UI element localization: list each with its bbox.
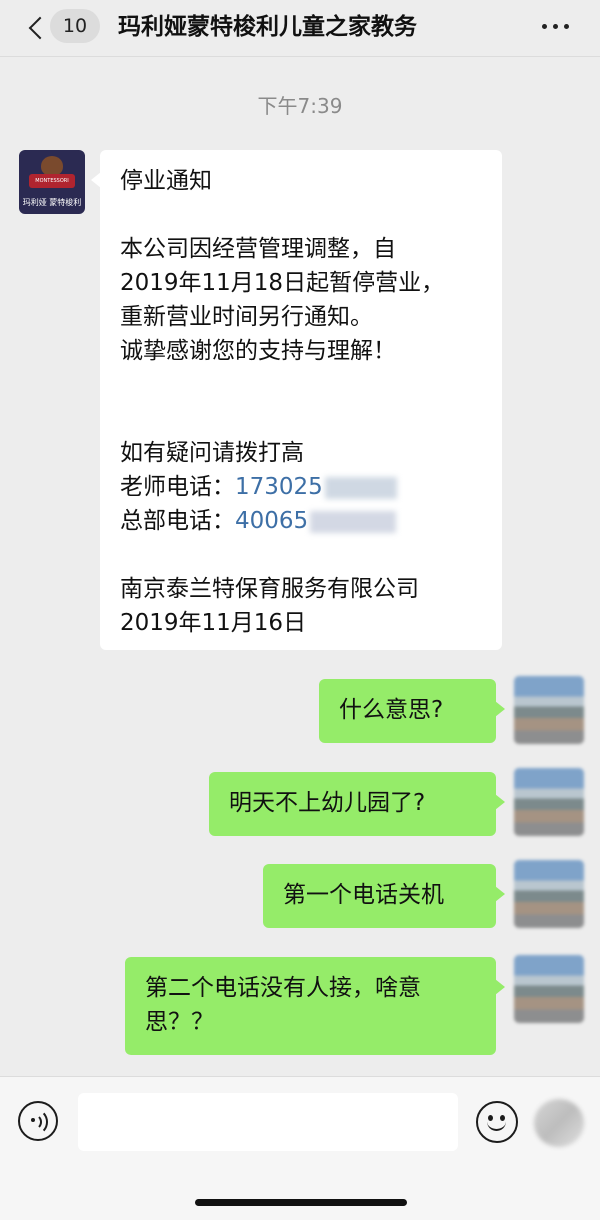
chat-title: 玛利娅蒙特梭利儿童之家教务 [118, 14, 417, 40]
message-text: 第一个电话关机 [283, 882, 444, 908]
unread-count-badge[interactable]: 10 [50, 9, 100, 43]
back-button[interactable] [14, 8, 54, 48]
emoji-button[interactable] [476, 1101, 518, 1143]
message-timestamp: 下午7:39 [257, 94, 343, 118]
my-avatar[interactable] [514, 676, 584, 744]
hq-phone-row: 总部电话：40065 [120, 504, 484, 538]
notice-company: 南京泰兰特保育服务有限公司 [120, 576, 419, 602]
notice-body-line: 诚挚感谢您的支持与理解！ [120, 338, 396, 364]
teacher-phone-label: 老师电话： [120, 474, 235, 500]
my-avatar[interactable] [514, 955, 584, 1023]
notice-body-line: 本公司因经营管理调整，自 [120, 236, 396, 262]
notice-body-line: 重新营业时间另行通知。 [120, 304, 373, 330]
avatar-ribbon: MONTESSORI [29, 174, 75, 188]
notice-title: 停业通知 [120, 168, 212, 194]
my-avatar[interactable] [514, 860, 584, 928]
notice-body-line: 2019年11月18日起暂停营业， [120, 270, 445, 296]
home-indicator [195, 1199, 407, 1206]
hq-phone-link[interactable]: 40065 [235, 508, 308, 534]
received-message-bubble[interactable]: 停业通知 本公司因经营管理调整，自 2019年11月18日起暂停营业， 重新营业… [91, 150, 502, 650]
plus-button[interactable] [534, 1099, 584, 1147]
redacted-digits [324, 476, 397, 499]
sent-message-bubble[interactable]: 第一个电话关机 [263, 864, 505, 928]
avatar-caption: 玛利娅 蒙特梭利 [22, 198, 82, 207]
more-horizontal-icon [564, 24, 569, 29]
message-text: 思？？ [145, 1009, 214, 1035]
chevron-left-icon [28, 16, 52, 40]
message-text: 第二个电话没有人接，啥意 [145, 975, 421, 1001]
voice-button[interactable] [18, 1101, 58, 1141]
more-horizontal-icon [542, 24, 547, 29]
chat-header: 10 玛利娅蒙特梭利儿童之家教务 [0, 0, 600, 57]
my-avatar[interactable] [514, 768, 584, 836]
message-text: 什么意思? [339, 697, 444, 723]
notice-date: 2019年11月16日 [120, 610, 307, 636]
teacher-phone-link[interactable]: 173025 [235, 474, 323, 500]
contact-avatar[interactable]: MONTESSORI 玛利娅 蒙特梭利 [19, 150, 85, 214]
sent-message-bubble[interactable]: 什么意思? [319, 679, 505, 743]
hq-phone-label: 总部电话： [120, 508, 235, 534]
message-text: 明天不上幼儿园了? [229, 790, 426, 816]
message-input[interactable] [78, 1093, 458, 1151]
bear-logo-icon [41, 156, 63, 176]
redacted-digits [310, 510, 397, 533]
more-horizontal-icon [553, 24, 558, 29]
sent-message-bubble[interactable]: 第二个电话没有人接，啥意 思？？ [125, 957, 505, 1055]
teacher-phone-row: 老师电话：173025 [120, 470, 484, 504]
more-options-button[interactable] [536, 18, 576, 34]
notice-contact-intro: 如有疑问请拨打高 [120, 440, 304, 466]
sent-message-bubble[interactable]: 明天不上幼儿园了? [209, 772, 505, 836]
